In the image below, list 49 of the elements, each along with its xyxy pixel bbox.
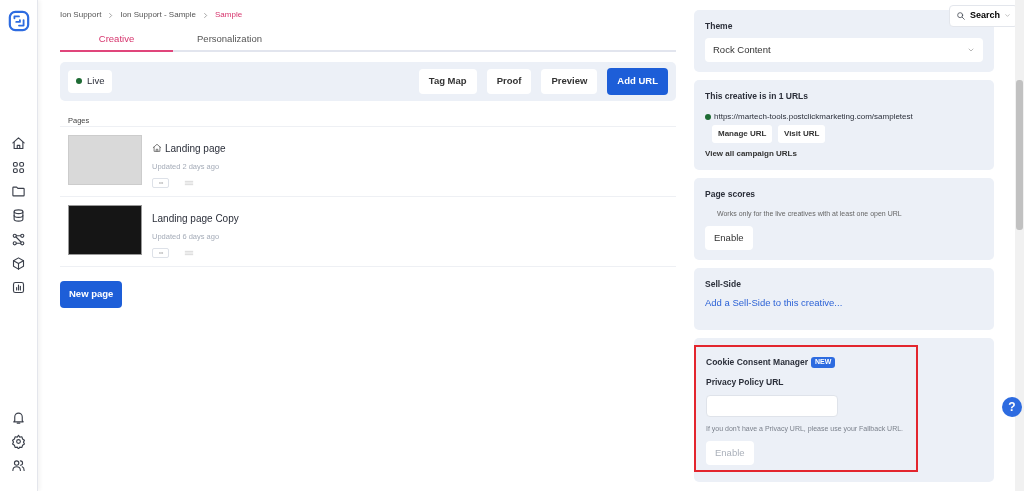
toolbar-button[interactable]: Proof (486, 69, 532, 94)
card-title: Sell-Side (705, 277, 742, 291)
enable-button[interactable]: Enable (705, 225, 753, 250)
page-thumbnail[interactable] (68, 205, 142, 255)
new-page-button[interactable]: New page (60, 281, 123, 308)
breadcrumb-link[interactable]: Ion Support (60, 9, 102, 21)
card-title: This creative is in 1 URLs (705, 90, 809, 103)
database-icon[interactable] (11, 208, 26, 223)
scrollbar[interactable] (1015, 0, 1024, 491)
search-icon (955, 10, 966, 21)
card-title: Page scores (705, 188, 757, 201)
drag-handle-icon (183, 178, 195, 188)
help-button[interactable]: ? (1002, 397, 1022, 417)
page-title[interactable]: Landing page (165, 140, 226, 156)
logo-icon (7, 10, 30, 32)
grid-icon[interactable] (11, 160, 26, 175)
breadcrumb-link[interactable]: Sample (215, 9, 243, 21)
chevron-icon (107, 11, 115, 19)
nodes-icon[interactable] (11, 232, 26, 247)
url-text: https://martech-tools.postclickmarketing.com/sampletest (714, 110, 913, 123)
search-button[interactable]: Search (948, 5, 1018, 27)
url-button[interactable]: Visit URL (777, 124, 826, 143)
caret-icon (1004, 12, 1011, 20)
users-icon[interactable] (11, 458, 26, 473)
home-icon (152, 143, 162, 154)
folder-icon[interactable] (11, 184, 26, 199)
add-url-button[interactable]: Add URL (607, 68, 668, 95)
sell-side-link[interactable]: Add a Sell-Side to this creative... (705, 295, 843, 310)
cube-icon[interactable] (11, 256, 26, 271)
settings-icon[interactable] (11, 434, 26, 449)
tab[interactable]: Creative (60, 30, 173, 53)
page-title[interactable]: Landing page Copy (152, 211, 239, 226)
theme-select[interactable]: Rock Content (705, 37, 983, 62)
campaign-urls-link[interactable]: View all campaign URLs (705, 147, 797, 160)
card-title: Cookie Consent Manager (706, 356, 809, 369)
field-label: Privacy Policy URL (706, 375, 785, 389)
url-button[interactable]: Manage URL (712, 124, 773, 143)
tab[interactable]: Personalization (173, 30, 286, 53)
toolbar-button[interactable]: Tag Map (418, 69, 477, 94)
field-label: Theme (705, 20, 734, 33)
toolbar-button[interactable]: Preview (541, 69, 598, 94)
chevron-icon (202, 11, 209, 19)
scrollbar-thumb[interactable] (1016, 80, 1023, 230)
breadcrumb-link[interactable]: Ion Support - Sample (120, 9, 196, 21)
home-icon[interactable] (11, 136, 26, 151)
bell-icon[interactable] (11, 410, 26, 425)
chart-icon[interactable] (11, 280, 26, 295)
page-thumbnail[interactable] (68, 134, 142, 185)
status-label: Live (87, 74, 105, 89)
